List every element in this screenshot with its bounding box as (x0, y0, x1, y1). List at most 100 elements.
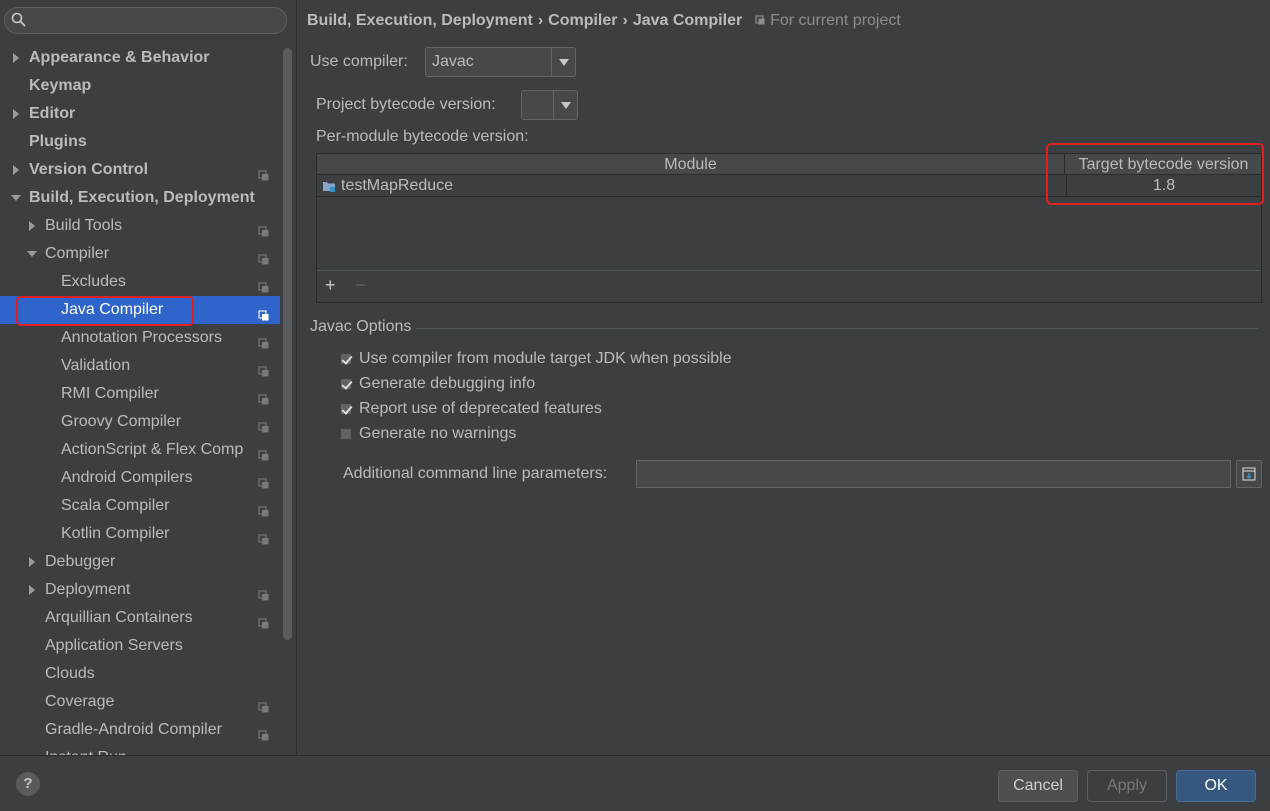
option-label: Generate debugging info (359, 375, 536, 392)
tree-item-label: Clouds (45, 665, 95, 682)
breadcrumb-item[interactable]: Build, Execution, Deployment (307, 12, 533, 29)
ok-button[interactable]: OK (1176, 770, 1256, 802)
use-compiler-select[interactable]: Javac (425, 47, 576, 77)
module-bytecode-table: Module Target bytecode version testMapRe… (316, 153, 1262, 303)
cancel-button[interactable]: Cancel (998, 770, 1078, 802)
expand-field-button[interactable] (1236, 460, 1262, 488)
chevron-right-icon[interactable] (26, 548, 38, 576)
additional-params-input[interactable] (636, 460, 1231, 488)
option-label: Use compiler from module target JDK when… (359, 350, 732, 367)
option-label: Report use of deprecated features (359, 400, 602, 417)
tree-item[interactable]: Android Compilers (0, 464, 280, 492)
project-scope-icon (258, 696, 270, 713)
tree-item[interactable]: Clouds (0, 660, 280, 688)
checkbox[interactable] (340, 403, 352, 415)
breadcrumb-separator: › (537, 12, 544, 29)
checkbox[interactable] (340, 378, 352, 390)
module-name-cell: testMapReduce (341, 177, 454, 194)
chevron-down-icon[interactable] (553, 91, 577, 119)
tree-item[interactable]: Instant Run (0, 744, 280, 755)
remove-module-button[interactable]: − (355, 275, 366, 296)
chevron-down-icon[interactable] (26, 240, 38, 268)
use-compiler-label: Use compiler: (310, 53, 408, 70)
tree-item[interactable]: Annotation Processors (0, 324, 280, 352)
settings-search-input[interactable] (4, 7, 287, 34)
help-button[interactable]: ? (16, 772, 40, 796)
tree-item[interactable]: Coverage (0, 688, 280, 716)
project-scope-icon (258, 164, 270, 181)
expand-icon (1242, 467, 1256, 481)
project-scope-icon (258, 444, 270, 461)
tree-item[interactable]: Kotlin Compiler (0, 520, 280, 548)
tree-item[interactable]: Groovy Compiler (0, 408, 280, 436)
tree-item[interactable]: Arquillian Containers (0, 604, 280, 632)
settings-main-panel: Build, Execution, Deployment › Compiler › Ja… (298, 0, 1270, 755)
tree-item[interactable]: Build, Execution, Deployment (0, 184, 280, 212)
tree-item[interactable]: Build Tools (0, 212, 280, 240)
tree-item[interactable]: Editor (0, 100, 280, 128)
table-row[interactable]: testMapReduce 1.8 (317, 175, 1261, 197)
apply-button[interactable]: Apply (1087, 770, 1167, 802)
tree-item-label: Build Tools (45, 217, 123, 234)
tree-item[interactable]: Compiler (0, 240, 280, 268)
column-header-target-bytecode[interactable]: Target bytecode version (1066, 154, 1261, 175)
project-bytecode-label: Project bytecode version: (316, 96, 496, 113)
chevron-right-icon[interactable] (10, 100, 22, 128)
breadcrumb-item[interactable]: Compiler (548, 12, 617, 29)
dialog-footer: ? Cancel Apply OK (0, 755, 1270, 811)
tree-item-label: Version Control (29, 161, 149, 178)
sidebar-scrollbar[interactable] (283, 48, 292, 640)
checkbox[interactable] (340, 428, 352, 440)
project-scope-icon (258, 360, 270, 377)
tree-item[interactable]: Gradle-Android Compiler (0, 716, 280, 744)
tree-item-label: Annotation Processors (61, 329, 222, 346)
add-module-button[interactable]: + (325, 275, 336, 296)
tree-item[interactable]: Appearance & Behavior (0, 44, 280, 72)
tree-item[interactable]: Version Control (0, 156, 280, 184)
tree-item[interactable]: RMI Compiler (0, 380, 280, 408)
tree-item-label: ActionScript & Flex Comp (61, 441, 244, 458)
tree-item[interactable]: Scala Compiler (0, 492, 280, 520)
chevron-right-icon[interactable] (10, 156, 22, 184)
tree-item[interactable]: Java Compiler (0, 296, 280, 324)
tree-item[interactable]: Plugins (0, 128, 280, 156)
settings-sidebar: Appearance & Behavior Keymap Editor Plugins… (0, 0, 297, 755)
project-bytecode-select[interactable] (521, 90, 578, 120)
project-scope-icon (258, 220, 270, 237)
javac-options-title: Javac Options (310, 318, 412, 335)
chevron-right-icon[interactable] (10, 44, 22, 72)
project-scope-icon (258, 388, 270, 405)
breadcrumb-separator: › (622, 12, 628, 29)
tree-item-label: Editor (29, 105, 76, 122)
table-toolbar: + − (317, 270, 1261, 302)
chevron-down-icon[interactable] (10, 184, 22, 212)
chevron-right-icon[interactable] (26, 212, 38, 240)
project-scope-icon (258, 612, 270, 629)
tree-item-label: Keymap (29, 77, 92, 94)
chevron-right-icon[interactable] (26, 576, 38, 604)
checkbox[interactable] (340, 353, 352, 365)
tree-item-label: Arquillian Containers (45, 609, 193, 626)
tree-item[interactable]: ActionScript & Flex Comp (0, 436, 280, 464)
option-label: Generate no warnings (359, 425, 517, 442)
project-scope-icon (258, 528, 270, 545)
tree-item[interactable]: Keymap (0, 72, 280, 100)
tree-item-label: Validation (61, 357, 131, 374)
tree-item-label: Plugins (29, 133, 87, 150)
tree-item-label: Java Compiler (61, 301, 164, 318)
project-scope-icon (258, 584, 270, 601)
column-header-module[interactable]: Module (317, 154, 1065, 175)
tree-item[interactable]: Deployment (0, 576, 280, 604)
chevron-down-icon[interactable] (551, 48, 575, 76)
tree-item[interactable]: Excludes (0, 268, 280, 296)
project-scope-icon (258, 248, 270, 265)
tree-item[interactable]: Debugger (0, 548, 280, 576)
project-scope-icon (755, 15, 765, 25)
tree-item[interactable]: Application Servers (0, 632, 280, 660)
section-divider (416, 328, 1258, 329)
tree-item-label: Kotlin Compiler (61, 525, 170, 542)
tree-item[interactable]: Validation (0, 352, 280, 380)
tree-item-label: Compiler (45, 245, 110, 262)
tree-item-label: Scala Compiler (61, 497, 170, 514)
target-bytecode-cell[interactable]: 1.8 (1066, 175, 1261, 197)
